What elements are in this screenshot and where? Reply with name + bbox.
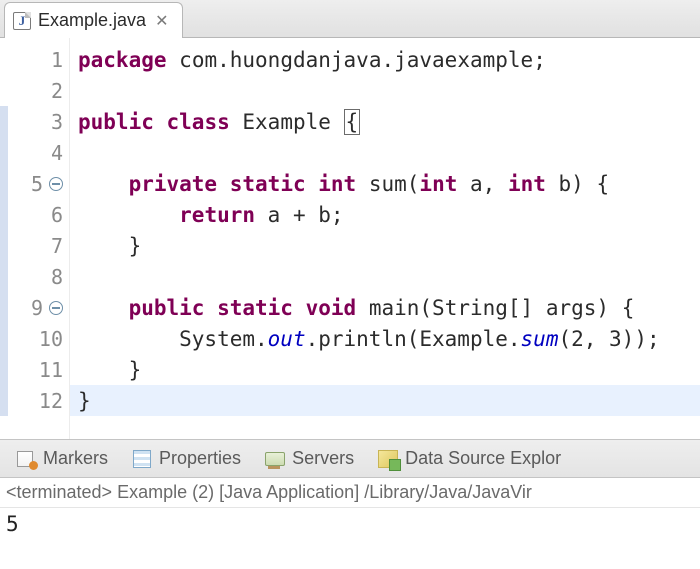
view-properties[interactable]: Properties — [122, 444, 251, 473]
line-number: 6 — [0, 199, 69, 230]
console-header: <terminated> Example (2) [Java Applicati… — [0, 478, 700, 508]
line-number: 1 — [0, 44, 69, 75]
code-line[interactable]: package com.huongdanjava.javaexample; — [70, 44, 700, 75]
view-markers[interactable]: Markers — [6, 444, 118, 473]
view-data-source-explorer[interactable]: Data Source Explor — [368, 444, 571, 473]
ds-icon — [378, 450, 398, 468]
code-line[interactable] — [70, 137, 700, 168]
bottom-panel: Markers Properties Servers Data Source Expl… — [0, 440, 700, 569]
line-number: 4 — [0, 137, 69, 168]
line-number: 9 — [0, 292, 69, 323]
code-editor[interactable]: 123456789101112 package com.huongdanjava… — [0, 38, 700, 439]
tab-bar: J Example.java ✕ — [0, 0, 700, 38]
line-number: 12 — [0, 385, 69, 416]
line-number: 8 — [0, 261, 69, 292]
console-output: 5 — [0, 508, 700, 569]
code-line[interactable]: } — [70, 354, 700, 385]
editor-area: J Example.java ✕ 123456789101112 package… — [0, 0, 700, 440]
code-line[interactable]: public static void main(String[] args) { — [70, 292, 700, 323]
view-tab-label: Servers — [292, 448, 354, 469]
view-tab-label: Markers — [43, 448, 108, 469]
line-number: 7 — [0, 230, 69, 261]
code-line[interactable]: return a + b; — [70, 199, 700, 230]
line-number: 10 — [0, 323, 69, 354]
view-servers[interactable]: Servers — [255, 444, 364, 473]
code-lines[interactable]: package com.huongdanjava.javaexample; pub… — [70, 38, 700, 439]
java-file-icon: J — [13, 12, 31, 30]
view-tab-label: Data Source Explor — [405, 448, 561, 469]
line-number: 5 — [0, 168, 69, 199]
servers-icon — [265, 450, 285, 468]
views-tab-bar: Markers Properties Servers Data Source Expl… — [0, 440, 700, 478]
code-line[interactable]: } — [70, 230, 700, 261]
editor-tab[interactable]: J Example.java ✕ — [4, 2, 183, 38]
line-number: 3 — [0, 106, 69, 137]
line-number: 2 — [0, 75, 69, 106]
tab-filename: Example.java — [38, 10, 146, 31]
line-gutter: 123456789101112 — [0, 38, 70, 439]
markers-icon — [16, 450, 36, 468]
line-number: 11 — [0, 354, 69, 385]
code-line[interactable] — [70, 75, 700, 106]
fold-toggle-icon[interactable] — [49, 177, 63, 191]
props-icon — [132, 450, 152, 468]
view-tab-label: Properties — [159, 448, 241, 469]
code-line[interactable]: } — [70, 385, 700, 416]
code-line[interactable]: private static int sum(int a, int b) { — [70, 168, 700, 199]
fold-toggle-icon[interactable] — [49, 301, 63, 315]
code-line[interactable]: public class Example { — [70, 106, 700, 137]
code-line[interactable]: System.out.println(Example.sum(2, 3)); — [70, 323, 700, 354]
close-icon[interactable]: ✕ — [153, 11, 170, 31]
code-line[interactable] — [70, 261, 700, 292]
